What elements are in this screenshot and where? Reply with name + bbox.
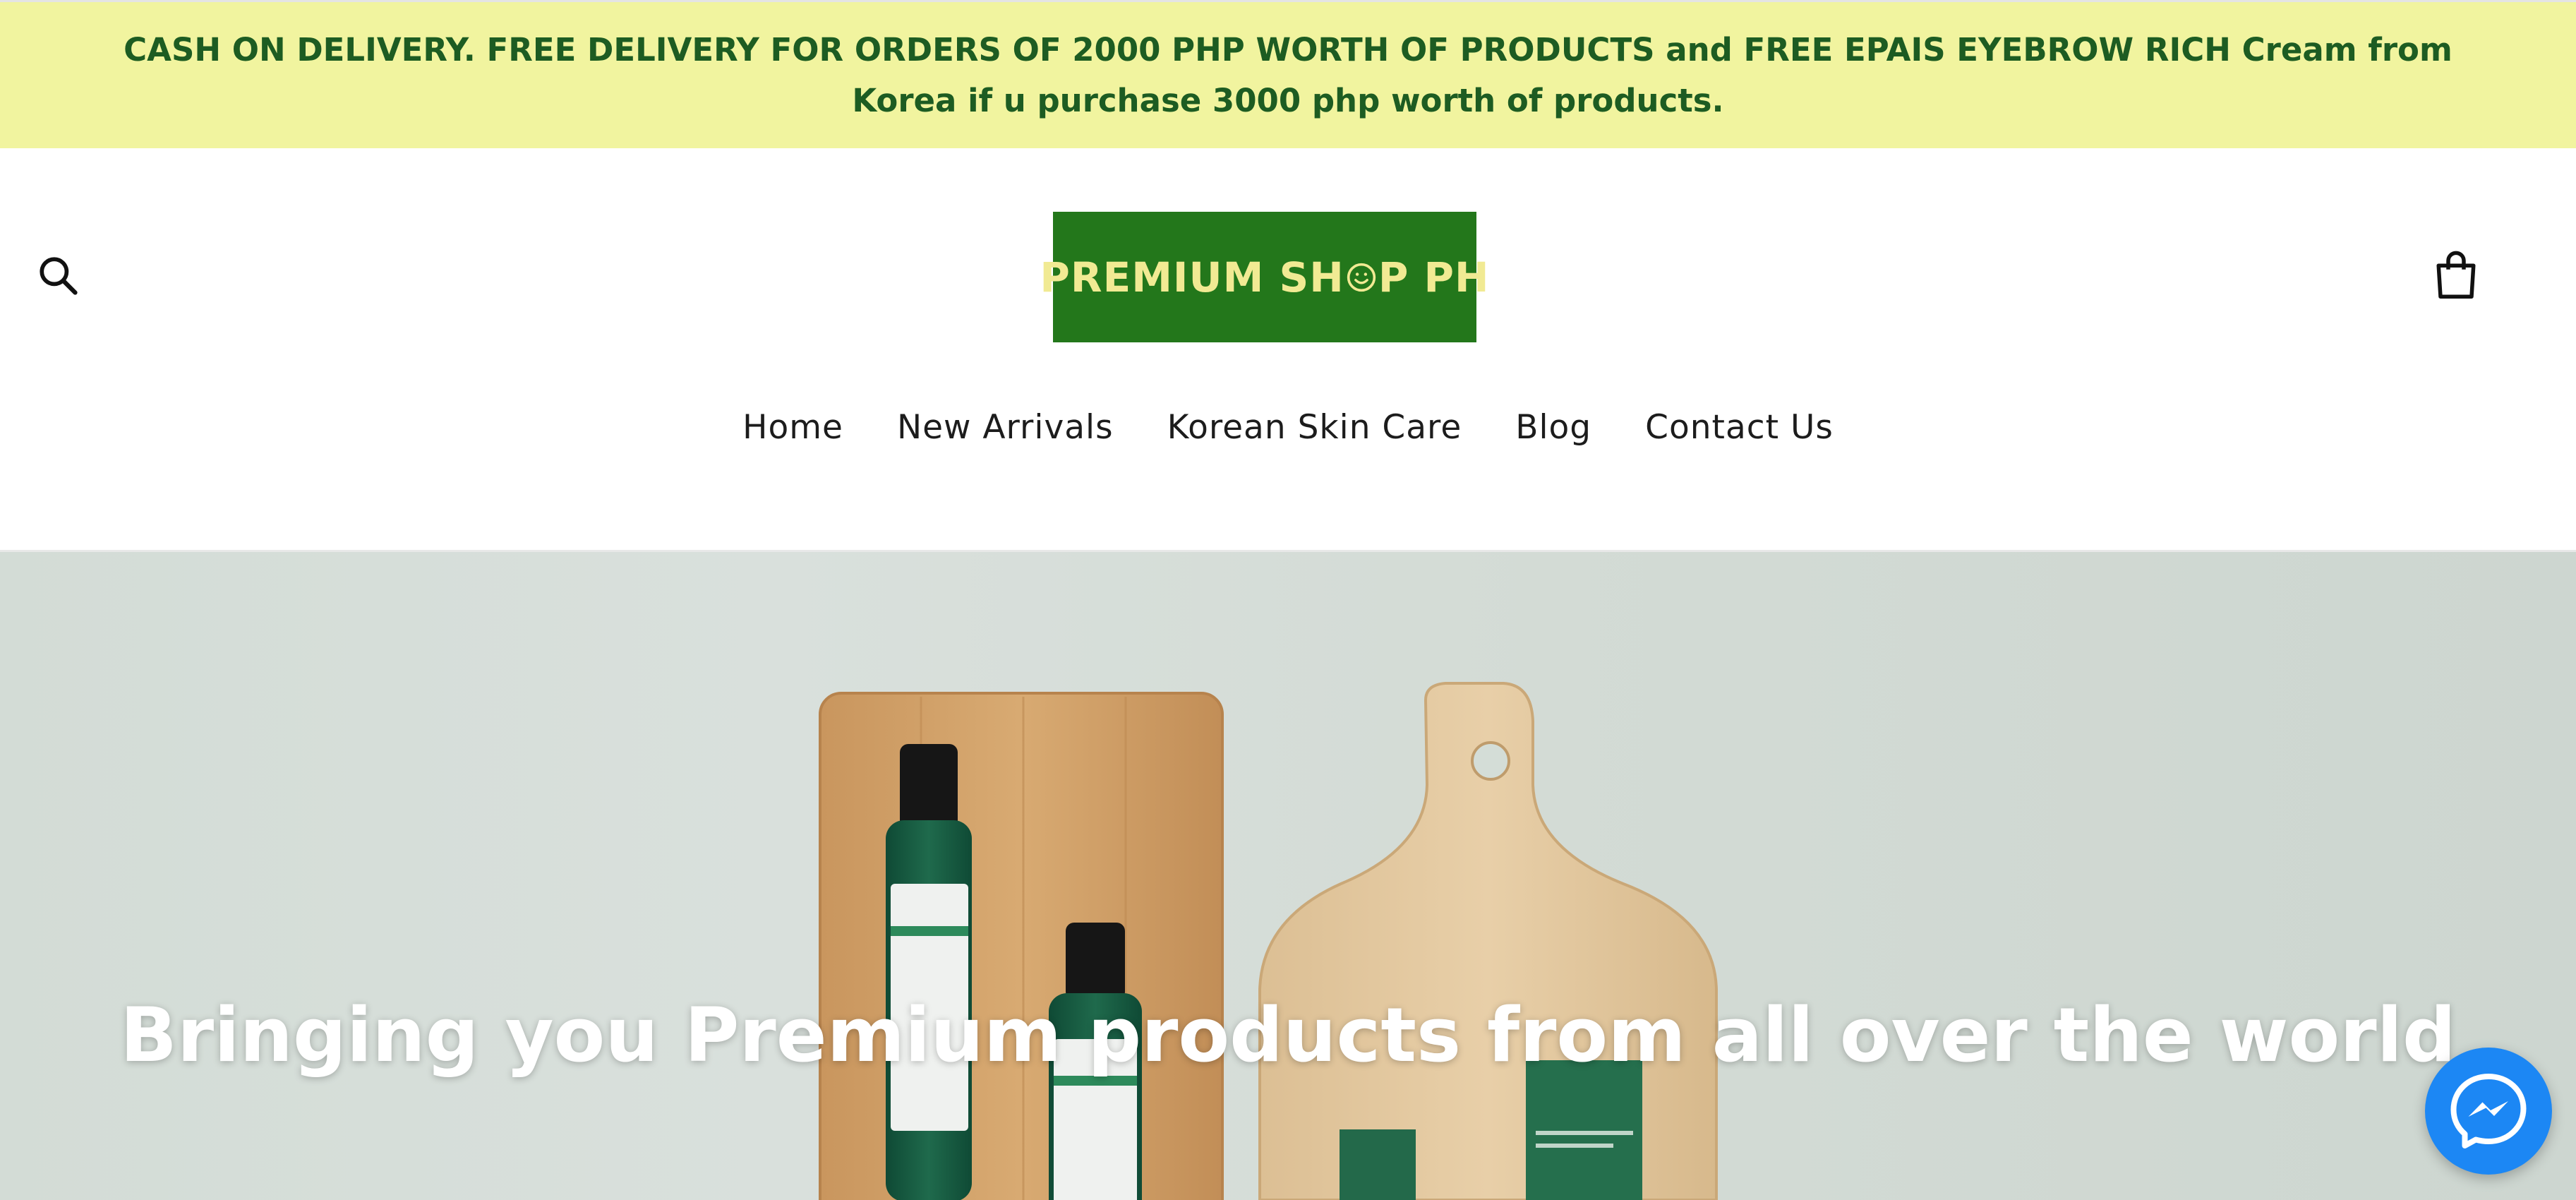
hero-title: Bringing you Premium products from all o… — [120, 992, 2456, 1079]
announcement-text: CASH ON DELIVERY. FREE DELIVERY FOR ORDE… — [124, 30, 2452, 119]
store-logo[interactable]: PREMIUM SH P PH — [1040, 212, 1489, 342]
logo-text-part-1: PREMIUM SH — [1040, 253, 1344, 301]
nav-item-contact-us[interactable]: Contact Us — [1645, 408, 1834, 447]
nav-item-home[interactable]: Home — [742, 408, 843, 447]
site-header: PREMIUM SH P PH Home New Arrivals Korean… — [0, 148, 2576, 552]
messenger-chat-button[interactable] — [2425, 1048, 2552, 1175]
nav-item-blog[interactable]: Blog — [1515, 408, 1591, 447]
main-navigation: Home New Arrivals Korean Skin Care Blog … — [0, 395, 2576, 459]
hero-product-photo — [819, 682, 1718, 1200]
search-button[interactable] — [30, 247, 86, 304]
messenger-icon — [2450, 1074, 2527, 1148]
smiley-face-icon — [1347, 263, 1376, 292]
search-icon — [40, 257, 78, 295]
shopping-bag-icon — [2436, 251, 2476, 299]
nav-item-korean-skin-care[interactable]: Korean Skin Care — [1167, 408, 1462, 447]
cart-button[interactable] — [2425, 244, 2487, 307]
hero-banner: Bringing you Premium products from all o… — [0, 552, 2576, 1200]
logo-text-part-2: P PH — [1378, 253, 1490, 301]
logo-wordmark: PREMIUM SH P PH — [1040, 253, 1489, 301]
announcement-bar: CASH ON DELIVERY. FREE DELIVERY FOR ORDE… — [0, 0, 2576, 148]
nav-item-new-arrivals[interactable]: New Arrivals — [897, 408, 1114, 447]
